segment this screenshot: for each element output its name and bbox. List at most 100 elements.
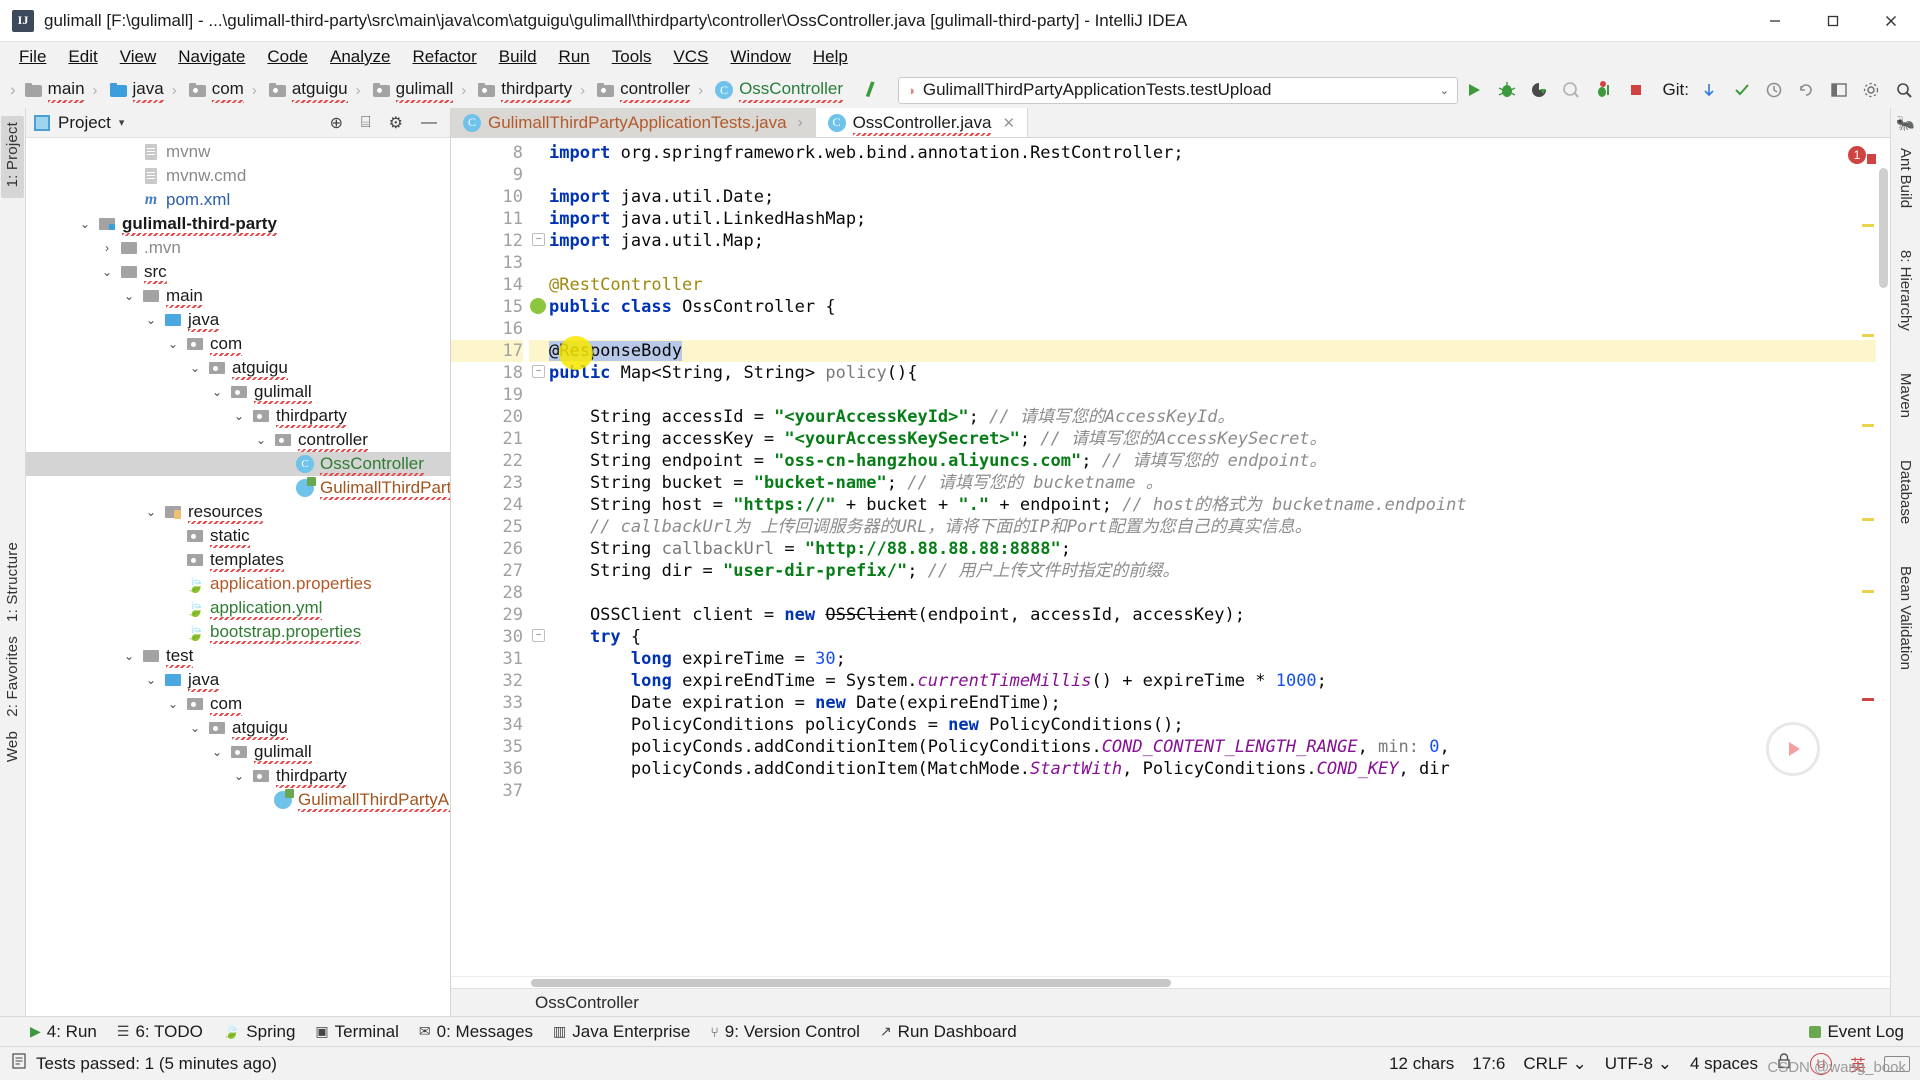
- code-fold-marker[interactable]: −: [529, 230, 549, 252]
- sidebar-item-database[interactable]: Database: [1897, 460, 1914, 524]
- tree-expand-arrow[interactable]: ⌄: [144, 313, 158, 327]
- tree-item[interactable]: ⌄ java: [26, 668, 450, 692]
- tree-item[interactable]: › .mvn: [26, 236, 450, 260]
- code-line[interactable]: long expireEndTime = System.currentTimeM…: [549, 670, 1890, 692]
- code-line[interactable]: OSSClient client = new OSSClient(endpoin…: [549, 604, 1890, 626]
- error-stripe-marker[interactable]: [1867, 154, 1876, 164]
- code-line[interactable]: String callbackUrl = "http://88.88.88.88…: [549, 538, 1890, 560]
- tree-expand-arrow[interactable]: ⌄: [166, 697, 180, 711]
- layout-button[interactable]: [1823, 75, 1855, 105]
- tree-item[interactable]: 🍃 bootstrap.properties: [26, 620, 450, 644]
- tree-expand-arrow[interactable]: ⌄: [188, 361, 202, 375]
- tree-item[interactable]: ⌄ resources: [26, 500, 450, 524]
- tree-item[interactable]: templates: [26, 548, 450, 572]
- encoding[interactable]: UTF-8 ⌄: [1605, 1054, 1672, 1074]
- tool-window-run-dashboard[interactable]: ↗ Run Dashboard: [880, 1022, 1017, 1042]
- close-button[interactable]: [1862, 0, 1920, 41]
- run-configuration-selector[interactable]: ◑ GulimallThirdPartyApplicationTests.tes…: [897, 76, 1458, 104]
- breadcrumb-item-main[interactable]: main ›: [20, 79, 105, 103]
- history-icon[interactable]: [1758, 75, 1790, 105]
- caret-position[interactable]: 17:6: [1472, 1054, 1505, 1074]
- code-line[interactable]: String accessKey = "<yourAccessKeySecret…: [549, 428, 1890, 450]
- code-line[interactable]: policyConds.addConditionItem(PolicyCondi…: [549, 736, 1890, 758]
- tree-expand-arrow[interactable]: ⌄: [144, 673, 158, 687]
- menu-refactor[interactable]: Refactor: [401, 44, 487, 70]
- tool-window-terminal[interactable]: ▣ Terminal: [315, 1022, 398, 1042]
- code-line[interactable]: [549, 318, 1890, 340]
- tree-expand-arrow[interactable]: ⌄: [122, 289, 136, 303]
- sidebar-item-bean-validation[interactable]: Bean Validation: [1897, 566, 1914, 670]
- gear-icon[interactable]: ⚙: [384, 113, 408, 133]
- update-project-button[interactable]: [1693, 75, 1725, 105]
- breadcrumb-item-thirdparty[interactable]: thirdparty ›: [473, 79, 592, 103]
- code-line[interactable]: [549, 780, 1890, 802]
- tool-window-todo[interactable]: ☰ 6: TODO: [117, 1022, 203, 1042]
- profiler-button[interactable]: [1555, 75, 1587, 105]
- rollback-button[interactable]: [1790, 75, 1822, 105]
- commit-button[interactable]: [1725, 75, 1757, 105]
- menu-vcs[interactable]: VCS: [662, 44, 719, 70]
- code-line[interactable]: import java.util.Map;: [549, 230, 1890, 252]
- menu-code[interactable]: Code: [256, 44, 319, 70]
- tree-expand-arrow[interactable]: ⌄: [166, 337, 180, 351]
- breadcrumb-item-controller[interactable]: controller ›: [592, 79, 710, 103]
- breadcrumb-item-com[interactable]: com ›: [184, 79, 264, 103]
- tree-item[interactable]: static: [26, 524, 450, 548]
- editor-horizontal-scrollbar[interactable]: [451, 976, 1890, 988]
- tree-item[interactable]: ⌄ src: [26, 260, 450, 284]
- code-editor[interactable]: 8 9 10 11 12 13 14 15 16 17 18 19 20 21 22 23 24 25 26 27 28…: [451, 138, 1890, 976]
- project-tree[interactable]: mvnw mvnw.cmd m pom.xml ⌄ gulimall-third-part…: [26, 138, 450, 1016]
- code-line[interactable]: long expireTime = 30;: [549, 648, 1890, 670]
- run-button[interactable]: [1458, 75, 1490, 105]
- code-line[interactable]: [549, 252, 1890, 274]
- indent-setting[interactable]: 4 spaces: [1690, 1054, 1758, 1074]
- chevron-down-icon[interactable]: ▾: [119, 116, 125, 129]
- code-content[interactable]: import org.springframework.web.bind.anno…: [549, 138, 1890, 976]
- tree-item[interactable]: ⌄ java: [26, 308, 450, 332]
- tree-expand-arrow[interactable]: ⌄: [210, 385, 224, 399]
- tree-item[interactable]: mvnw.cmd: [26, 164, 450, 188]
- code-line[interactable]: try {: [549, 626, 1890, 648]
- tree-item[interactable]: ⌄ gulimall-third-party: [26, 212, 450, 236]
- tree-item[interactable]: ⌄ controller: [26, 428, 450, 452]
- sidebar-item-web[interactable]: Web: [4, 731, 21, 762]
- sidebar-item-hierarchy[interactable]: 8: Hierarchy: [1897, 250, 1914, 331]
- tool-window-run[interactable]: ▶ 4: Run: [30, 1022, 97, 1042]
- tree-item[interactable]: GulimallThirdPartyApplic: [26, 476, 450, 500]
- code-fold-marker[interactable]: −: [529, 362, 549, 384]
- tree-expand-arrow[interactable]: ⌄: [232, 409, 246, 423]
- sidebar-item-maven[interactable]: Maven: [1897, 373, 1914, 418]
- tab-gulimall-third-party-application-tests[interactable]: C GulimallThirdPartyApplicationTests.jav…: [451, 108, 816, 137]
- tree-item[interactable]: ⌄ com: [26, 692, 450, 716]
- tree-item[interactable]: ⌄ atguigu: [26, 356, 450, 380]
- tree-item[interactable]: GulimallThirdPartyApplic: [26, 788, 450, 812]
- collapse-all-icon[interactable]: ⌸: [356, 114, 376, 132]
- menu-edit[interactable]: Edit: [57, 44, 108, 70]
- tree-item[interactable]: ⌄ thirdparty: [26, 404, 450, 428]
- code-line[interactable]: public class OssController {: [549, 296, 1890, 318]
- tool-window-version-control[interactable]: ⑂ 9: Version Control: [710, 1022, 860, 1042]
- debug-button[interactable]: [1490, 75, 1522, 105]
- menu-help[interactable]: Help: [802, 44, 859, 70]
- tree-expand-arrow[interactable]: ⌄: [78, 217, 92, 231]
- menu-build[interactable]: Build: [488, 44, 548, 70]
- code-line[interactable]: public Map<String, String> policy(){: [549, 362, 1890, 384]
- code-line[interactable]: String dir = "user-dir-prefix/"; // 用户上传…: [549, 560, 1890, 582]
- tree-item[interactable]: 🍃 application.properties: [26, 572, 450, 596]
- minimize-button[interactable]: [1746, 0, 1804, 41]
- code-line[interactable]: PolicyConditions policyConds = new Polic…: [549, 714, 1890, 736]
- code-line[interactable]: import java.util.Date;: [549, 186, 1890, 208]
- code-line[interactable]: String endpoint = "oss-cn-hangzhou.aliyu…: [549, 450, 1890, 472]
- sidebar-item-favorites[interactable]: 2: Favorites: [4, 636, 21, 717]
- hide-icon[interactable]: —: [416, 114, 442, 132]
- tree-expand-arrow[interactable]: ⌄: [232, 769, 246, 783]
- maximize-button[interactable]: [1804, 0, 1862, 41]
- build-hammer-icon[interactable]: [856, 73, 886, 107]
- code-line[interactable]: policyConds.addConditionItem(MatchMode.S…: [549, 758, 1890, 780]
- run-with-coverage-button[interactable]: [1523, 75, 1555, 105]
- menu-navigate[interactable]: Navigate: [167, 44, 256, 70]
- tree-expand-arrow[interactable]: ⌄: [188, 721, 202, 735]
- code-line[interactable]: [549, 582, 1890, 604]
- tab-oss-controller[interactable]: C OssController.java ✕: [815, 108, 1029, 137]
- attach-debugger-button[interactable]: [1588, 75, 1620, 105]
